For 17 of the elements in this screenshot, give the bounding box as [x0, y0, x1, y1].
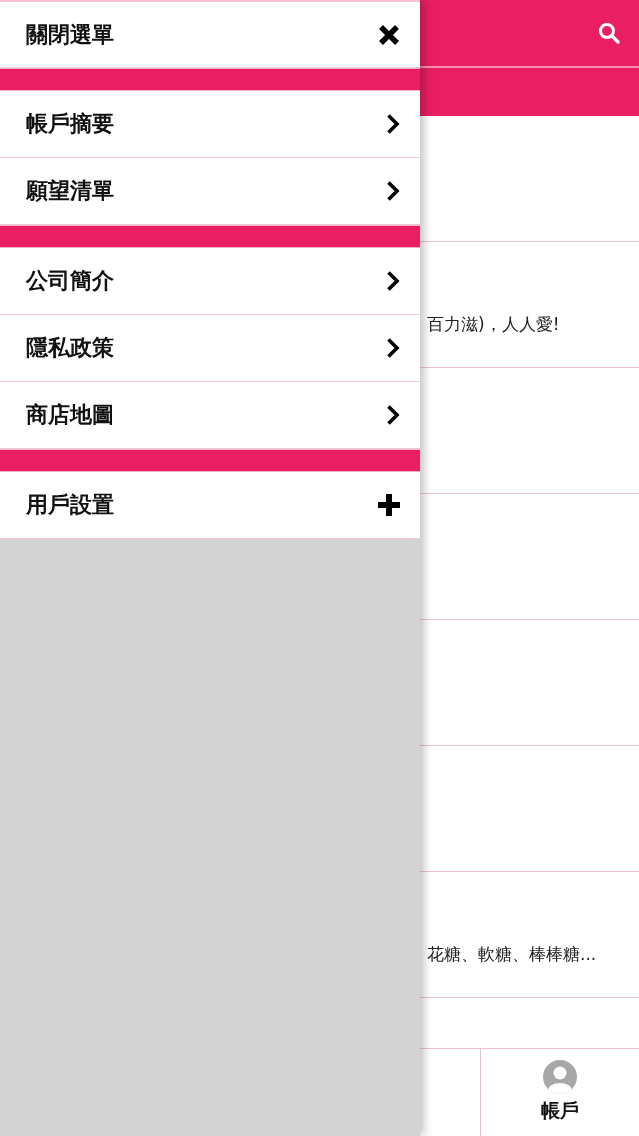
close-menu-button[interactable]: 關閉選單: [0, 2, 420, 68]
avatar-icon: [543, 1060, 577, 1094]
menu-item[interactable]: 帳戶摘要: [0, 91, 420, 158]
menu-item[interactable]: 用戶設置: [0, 472, 420, 539]
product-description: 花糖、軟糖、棒棒糖...: [427, 943, 598, 966]
menu-item[interactable]: 願望清單: [0, 158, 420, 225]
chevron-right-icon: [386, 337, 400, 359]
close-icon: [378, 23, 400, 46]
chevron-right-icon: [386, 404, 400, 426]
product-description: 百力滋)，人人愛!: [427, 313, 561, 336]
search-icon[interactable]: [598, 22, 620, 44]
menu-item[interactable]: 隱私政策: [0, 315, 420, 382]
chevron-right-icon: [386, 270, 400, 292]
menu-item[interactable]: 商店地圖: [0, 382, 420, 449]
menu-item[interactable]: 公司簡介: [0, 248, 420, 315]
chevron-right-icon: [386, 113, 400, 135]
chevron-right-icon: [386, 180, 400, 202]
